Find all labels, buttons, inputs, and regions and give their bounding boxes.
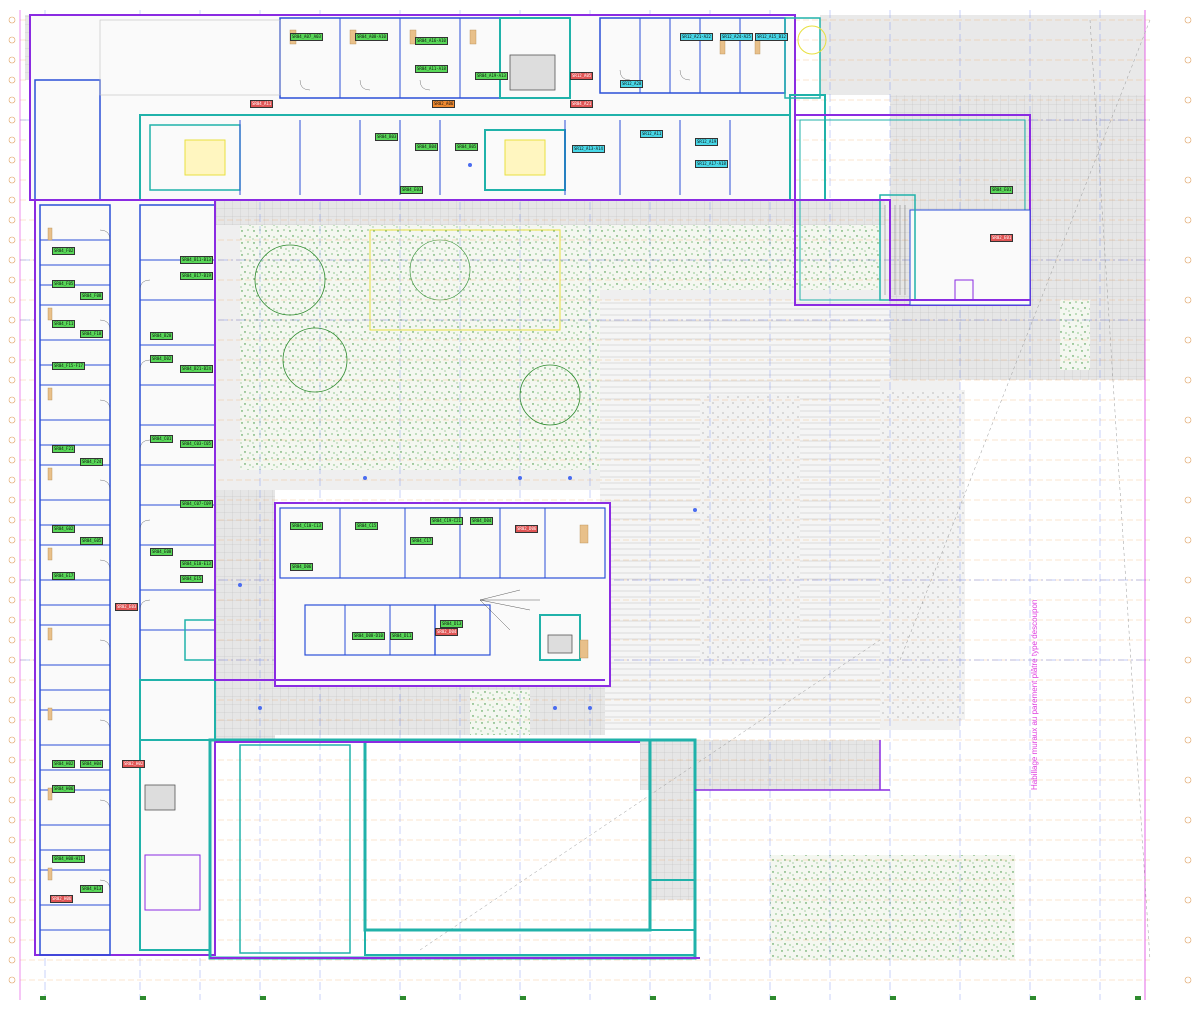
room-tag[interactable]: SR04_D11 xyxy=(390,632,414,640)
room-tag[interactable]: SR04_E15 xyxy=(180,575,204,583)
room-tag[interactable]: SR04_C17 xyxy=(410,537,434,545)
room-tag[interactable]: SR04_F15-F17 xyxy=(52,362,85,370)
room-tag[interactable]: SR04_E08 xyxy=(150,548,174,556)
room-tag[interactable]: SR04_F11 xyxy=(52,320,76,328)
room-tag[interactable]: SR12_A11 xyxy=(640,130,664,138)
room-tag[interactable]: SR04_D02 xyxy=(150,355,174,363)
room-tag[interactable]: SR02_H02 xyxy=(122,760,146,768)
room-tag[interactable]: SR04_C07-C09 xyxy=(180,500,213,508)
room-tag[interactable]: SR02_E03 xyxy=(115,603,139,611)
room-tag[interactable]: SR04_H02 xyxy=(52,760,76,768)
central-block xyxy=(274,502,611,687)
room-tag[interactable]: SR04_B21-B24 xyxy=(180,365,213,373)
room-tag[interactable]: SR12_A15_B12 xyxy=(755,33,788,41)
room-tag[interactable]: SR04_G05 xyxy=(80,537,104,545)
room-tag[interactable]: SR04_C10-C13 xyxy=(290,522,323,530)
room-tag[interactable]: SR04_B11-B13 xyxy=(180,256,213,264)
room-tag[interactable]: SR04_C03-C05 xyxy=(180,440,213,448)
room-tag[interactable]: SR02_D06 xyxy=(515,525,539,533)
room-tag[interactable]: SR04_D04 xyxy=(470,517,494,525)
room-tag[interactable]: SR12_A05 xyxy=(570,72,594,80)
room-tag[interactable]: SR04_E10-E13 xyxy=(180,560,213,568)
room-tag[interactable]: SR02_A06 xyxy=(432,100,456,108)
room-tag[interactable]: SR04_B03 xyxy=(375,133,399,141)
room-tag[interactable]: SR12_A28 xyxy=(620,80,644,88)
room-tag[interactable]: SR04_A07_A03 xyxy=(290,33,323,41)
room-tag[interactable]: SR04_E01 xyxy=(990,186,1014,194)
room-tag[interactable]: SR12_A21-A22 xyxy=(680,33,713,41)
room-tag[interactable]: SR02_H06 xyxy=(50,895,74,903)
room-tag[interactable]: SR04_A11-A18 xyxy=(415,65,448,73)
room-tag[interactable]: SR04_F08 xyxy=(80,292,104,300)
room-tag[interactable]: SR04_H06 xyxy=(52,785,76,793)
room-tag[interactable]: SR04_F24 xyxy=(80,458,104,466)
room-tag[interactable]: SR04_C19-C21 xyxy=(430,517,463,525)
room-tag[interactable]: SR04_A16-A10 xyxy=(415,37,448,45)
room-tag[interactable]: SR04_F18 xyxy=(80,330,104,338)
room-tag[interactable]: SR04_A08-A10 xyxy=(355,33,388,41)
column-markers xyxy=(40,996,1141,1000)
room-tag[interactable]: SR02_E01 xyxy=(990,234,1014,242)
room-tag[interactable]: SR04_A11 xyxy=(250,100,274,108)
room-tag[interactable]: SR12_A17-A18 xyxy=(695,160,728,168)
room-tag[interactable]: SR04_B17-B19 xyxy=(180,272,213,280)
room-tag[interactable]: SR04_F02 xyxy=(52,247,76,255)
room-tag[interactable]: SR04_E17 xyxy=(52,572,76,580)
room-tag[interactable]: SR04_F05 xyxy=(52,280,76,288)
room-tag[interactable]: SR04_E03 xyxy=(400,186,424,194)
room-tag[interactable]: SR02_D04 xyxy=(435,628,459,636)
room-tag[interactable]: SR04_H08-H11 xyxy=(52,855,85,863)
room-tag[interactable]: SR04_B04 xyxy=(415,143,439,151)
room-tag[interactable]: SR12_A24-A25 xyxy=(720,33,753,41)
room-tag[interactable]: SR04_D08-D10 xyxy=(352,632,385,640)
room-tag[interactable]: SR04_H04 xyxy=(80,760,104,768)
room-tag[interactable]: SR12_A19 xyxy=(695,138,719,146)
room-tag[interactable]: SR04_D06 xyxy=(290,563,314,571)
room-tag[interactable]: SR04_A19-A13 xyxy=(475,72,508,80)
room-tag[interactable]: SR04_F21 xyxy=(52,445,76,453)
room-tag[interactable]: SR04_C15 xyxy=(355,522,379,530)
room-tag[interactable]: SR04_C01 xyxy=(150,435,174,443)
room-tag[interactable]: SR04_H13 xyxy=(80,885,104,893)
room-tag[interactable]: SR12_A13-A14 xyxy=(572,145,605,153)
room-tag[interactable]: SR04_B20 xyxy=(150,332,174,340)
room-tag[interactable]: SR04_B05 xyxy=(455,143,479,151)
wall-finish-note: Habillage muraux au parement plâtre type… xyxy=(1030,599,1039,790)
room-tag[interactable]: SR04_G02 xyxy=(52,525,76,533)
room-tag[interactable]: SR04_D13 xyxy=(440,620,464,628)
room-tag[interactable]: SR04_A21 xyxy=(570,100,594,108)
